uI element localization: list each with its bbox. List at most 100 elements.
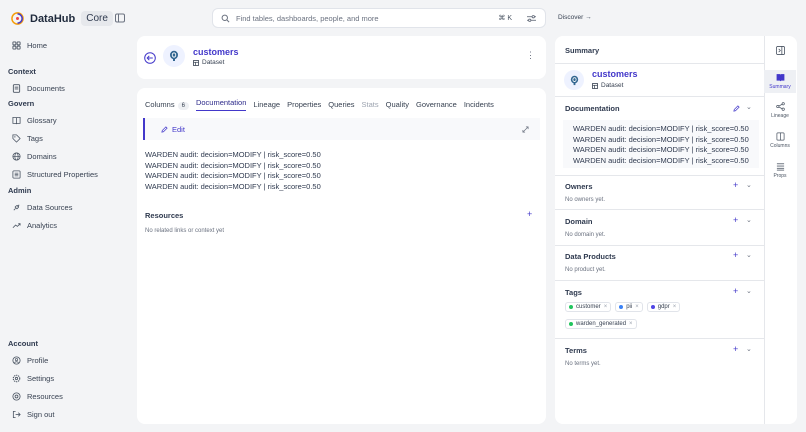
rail-lineage-label: Lineage	[771, 113, 789, 119]
entity-type: Dataset	[193, 59, 224, 66]
table-icon	[592, 82, 598, 89]
nav-profile[interactable]: Profile	[12, 353, 48, 367]
nav-tags[interactable]: Tags	[12, 131, 43, 145]
chevron-down-icon[interactable]: ⌄	[746, 103, 752, 111]
remove-tag-icon[interactable]: ×	[635, 304, 639, 310]
nav-data-sources[interactable]: Data Sources	[12, 200, 72, 214]
nav-domains[interactable]: Domains	[12, 149, 57, 163]
app-name: DataHub	[30, 12, 76, 25]
tab-queries[interactable]: Queries	[328, 100, 354, 109]
data-products-empty: No product yet.	[565, 267, 606, 273]
rail-columns-label: Columns	[770, 143, 790, 149]
app-logo[interactable]: DataHub Core	[11, 11, 113, 26]
remove-tag-icon[interactable]: ×	[629, 321, 633, 327]
tab-governance[interactable]: Governance	[416, 100, 457, 109]
trend-icon	[12, 222, 21, 228]
chevron-down-icon[interactable]: ⌄	[746, 251, 752, 259]
nav-domains-label: Domains	[27, 151, 57, 161]
tag-label: pii	[626, 304, 633, 310]
add-tag-icon[interactable]: +	[733, 286, 738, 296]
collapse-sidebar-icon[interactable]	[115, 13, 125, 23]
search-shortcut: ⌘ K	[498, 15, 512, 22]
nav-analytics[interactable]: Analytics	[12, 218, 57, 232]
nav-section-govern: Govern	[8, 99, 35, 108]
tab-lineage[interactable]: Lineage	[253, 100, 280, 109]
divider	[555, 280, 764, 281]
chevron-down-icon[interactable]: ⌄	[746, 181, 752, 189]
datahub-logo-icon	[11, 12, 24, 25]
lineage-icon	[775, 102, 785, 111]
nav-documents-label: Documents	[27, 83, 65, 93]
gear-icon	[12, 374, 21, 382]
summary-entity-name[interactable]: customers	[592, 69, 638, 79]
tags-title: Tags	[565, 288, 582, 297]
edit-button[interactable]: Edit	[161, 125, 185, 134]
nav-structured-properties-label: Structured Properties	[27, 169, 98, 179]
edit-documentation-icon[interactable]	[733, 105, 740, 112]
rail-props[interactable]: Props	[764, 162, 796, 179]
rail-summary[interactable]: Summary	[764, 70, 796, 93]
tag-chip[interactable]: gdpr ×	[646, 302, 681, 312]
terms-title: Terms	[565, 346, 587, 355]
chevron-down-icon[interactable]: ⌄	[746, 287, 752, 295]
add-domain-icon[interactable]: +	[733, 215, 738, 225]
tab-quality[interactable]: Quality	[386, 100, 409, 109]
add-resource-icon[interactable]: +	[527, 209, 532, 219]
summary-documentation-body: WARDEN audit: decision=MODIFY | risk_sco…	[563, 120, 759, 168]
remove-tag-icon[interactable]: ×	[673, 304, 677, 310]
lifebuoy-icon	[12, 391, 21, 401]
chevron-down-icon[interactable]: ⌄	[746, 345, 752, 353]
nav-glossary[interactable]: Glossary	[12, 113, 57, 127]
tag-chip[interactable]: pii ×	[615, 302, 643, 312]
entity-tabs: Columns 6 Documentation Lineage Propertie…	[145, 98, 494, 111]
doc-line: WARDEN audit: decision=MODIFY | risk_sco…	[145, 160, 321, 170]
nav-resources[interactable]: Resources	[12, 389, 63, 403]
tab-stats[interactable]: Stats	[362, 100, 379, 109]
summary-title: Summary	[565, 46, 600, 55]
nav-settings[interactable]: Settings	[12, 371, 54, 385]
divider	[555, 96, 764, 97]
discover-link[interactable]: Discover →	[558, 14, 592, 21]
expand-icon[interactable]	[522, 126, 529, 133]
filter-icon[interactable]	[526, 14, 537, 23]
nav-section-context: Context	[8, 67, 36, 76]
nav-glossary-label: Glossary	[27, 115, 57, 125]
tag-color-dot	[650, 305, 655, 309]
nav-settings-label: Settings	[27, 373, 55, 383]
divider	[555, 175, 764, 176]
close-panel-icon[interactable]	[776, 46, 785, 55]
tab-columns-label: Columns	[145, 100, 175, 109]
remove-tag-icon[interactable]: ×	[604, 304, 608, 310]
add-data-product-icon[interactable]: +	[733, 250, 738, 260]
tab-documentation[interactable]: Documentation	[195, 98, 247, 111]
tag-chip[interactable]: warden_generated ×	[565, 319, 637, 329]
tab-incidents[interactable]: Incidents	[464, 100, 494, 109]
add-term-icon[interactable]: +	[733, 344, 738, 354]
rail-summary-label: Summary	[769, 84, 791, 90]
document-icon	[12, 83, 21, 93]
user-circle-icon	[12, 355, 21, 365]
more-options-icon[interactable]: ⋮	[526, 50, 535, 61]
doc-line: WARDEN audit: decision=MODIFY | risk_sco…	[145, 171, 321, 180]
search-bar[interactable]: Find tables, dashboards, people, and mor…	[212, 8, 546, 28]
owners-title: Owners	[565, 182, 593, 191]
tab-columns[interactable]: Columns 6	[145, 100, 189, 110]
chevron-down-icon[interactable]: ⌄	[746, 216, 752, 224]
nav-documents[interactable]: Documents	[12, 81, 65, 95]
add-owner-icon[interactable]: +	[733, 180, 738, 190]
tab-properties[interactable]: Properties	[287, 100, 321, 109]
doc-line: WARDEN audit: decision=MODIFY | risk_sco…	[573, 155, 749, 165]
nav-sign-out[interactable]: Sign out	[12, 407, 55, 421]
nav-structured-properties[interactable]: Structured Properties	[12, 167, 98, 181]
main-content: Columns 6 Documentation Lineage Propertie…	[137, 88, 546, 424]
back-icon[interactable]	[144, 52, 156, 64]
entity-name[interactable]: customers	[193, 47, 239, 57]
rail-lineage[interactable]: Lineage	[764, 102, 796, 119]
nav-home[interactable]: Home	[12, 38, 47, 52]
edition-badge: Core	[81, 11, 113, 26]
rail-columns[interactable]: Columns	[764, 132, 796, 149]
tag-chip[interactable]: customer ×	[565, 302, 612, 312]
rail-divider	[764, 36, 765, 424]
rail-props-label: Props	[773, 173, 787, 179]
properties-icon	[776, 163, 784, 171]
